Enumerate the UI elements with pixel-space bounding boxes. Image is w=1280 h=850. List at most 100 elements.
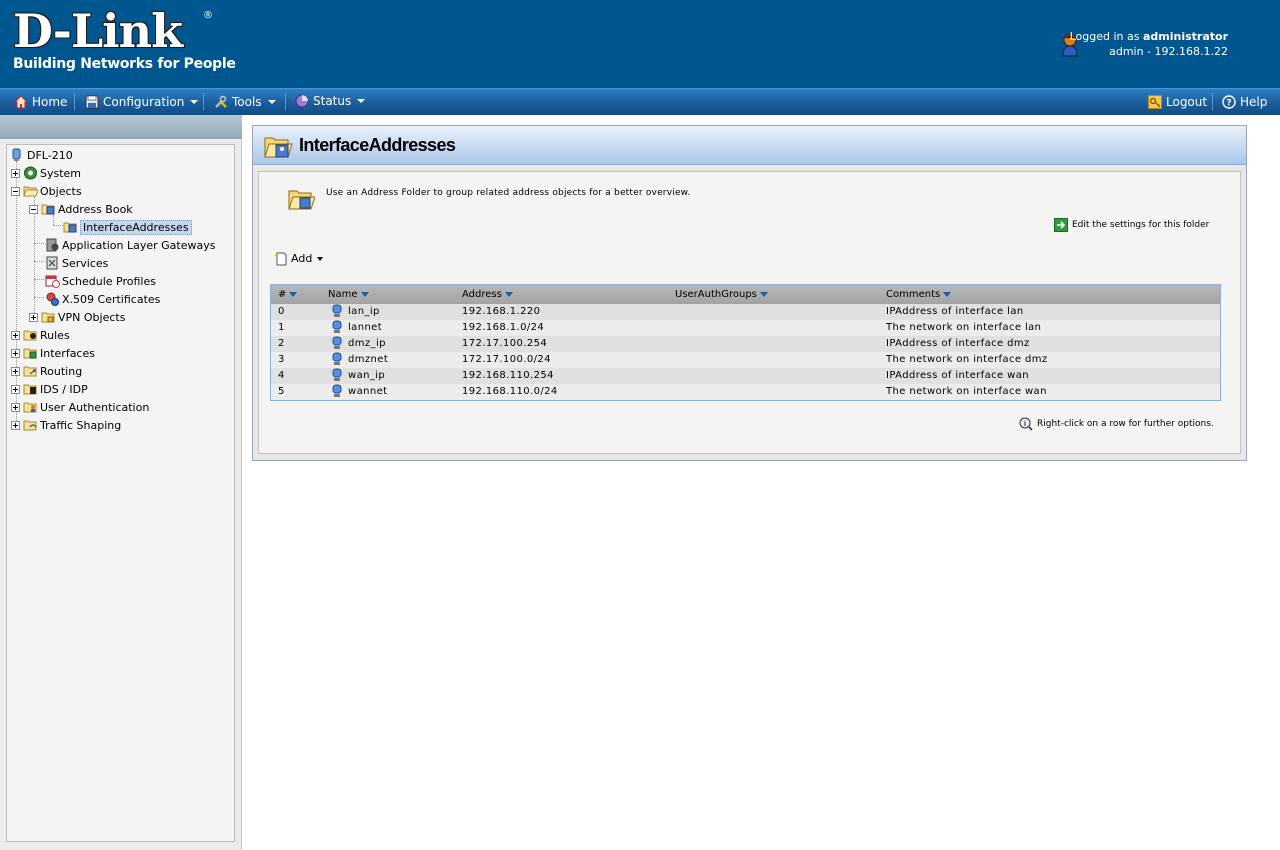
expand-icon[interactable] bbox=[11, 384, 20, 394]
column-header-number[interactable]: # bbox=[278, 289, 298, 300]
folder-open-icon bbox=[23, 186, 38, 197]
login-prefix: Logged in as bbox=[1069, 30, 1140, 43]
address-folder-icon bbox=[63, 222, 77, 233]
column-header-comments[interactable]: Comments bbox=[886, 289, 952, 300]
menu-home[interactable]: Home bbox=[14, 95, 67, 109]
ids-folder-icon bbox=[23, 384, 37, 395]
menu-configuration[interactable]: Configuration bbox=[85, 95, 199, 109]
menu-tools-label: Tools bbox=[232, 95, 262, 109]
tree-item-traffic-shaping[interactable]: Traffic Shaping bbox=[11, 417, 121, 433]
cell-comments: IPAddress of interface lan bbox=[886, 306, 1024, 317]
column-header-name[interactable]: Name bbox=[328, 289, 369, 300]
tree-item-services[interactable]: Services bbox=[45, 255, 108, 271]
menu-tools[interactable]: Tools bbox=[214, 95, 276, 109]
menu-status[interactable]: Status bbox=[295, 94, 366, 108]
new-document-icon bbox=[275, 252, 287, 266]
expand-icon[interactable] bbox=[11, 330, 20, 340]
cell-name: wannet bbox=[348, 386, 388, 397]
cell-number: 4 bbox=[278, 370, 285, 381]
device-icon bbox=[12, 148, 21, 161]
tree-item-objects[interactable]: Objects bbox=[11, 183, 82, 199]
left-panel-header bbox=[0, 115, 242, 139]
table-row[interactable]: 0 lan_ip 192.168.1.220 IPAddress of inte… bbox=[271, 304, 1220, 320]
column-label: UserAuthGroups bbox=[675, 289, 757, 300]
tree-label: Application Layer Gateways bbox=[62, 238, 216, 252]
table-row[interactable]: 4 wan_ip 192.168.110.254 IPAddress of in… bbox=[271, 368, 1220, 384]
rules-folder-icon bbox=[23, 330, 37, 341]
expand-icon[interactable] bbox=[11, 366, 20, 376]
gear-icon bbox=[24, 166, 37, 180]
chevron-down-icon bbox=[317, 256, 324, 261]
expand-icon[interactable] bbox=[11, 402, 20, 412]
cell-comments: IPAddress of interface dmz bbox=[886, 338, 1030, 349]
login-user: administrator bbox=[1142, 30, 1228, 43]
menu-divider bbox=[203, 93, 204, 110]
tree-label-selected: InterfaceAddresses bbox=[80, 219, 192, 235]
tree-item-routing[interactable]: Routing bbox=[11, 363, 82, 379]
cell-name: dmz_ip bbox=[348, 338, 386, 349]
tree-label: Routing bbox=[40, 364, 83, 378]
folder-description: Use an Address Folder to group related a… bbox=[326, 188, 691, 198]
expand-icon[interactable] bbox=[29, 312, 38, 322]
menu-divider bbox=[285, 93, 286, 110]
tree-item-alg[interactable]: Application Layer Gateways bbox=[45, 237, 215, 253]
logout-button[interactable]: Logout bbox=[1148, 95, 1207, 109]
help-button[interactable]: ? Help bbox=[1222, 95, 1267, 109]
collapse-icon[interactable] bbox=[29, 204, 38, 214]
status-pie-icon bbox=[295, 94, 309, 108]
login-detail: admin - 192.168.1.22 bbox=[1109, 45, 1228, 58]
content-body: Use an Address Folder to group related a… bbox=[258, 171, 1241, 454]
ip-address-icon bbox=[332, 336, 342, 349]
tree-label: Address Book bbox=[58, 202, 133, 216]
add-button[interactable]: Add bbox=[274, 251, 324, 266]
calendar-clock-icon bbox=[45, 275, 60, 288]
edit-folder-link[interactable]: Edit the settings for this folder bbox=[1054, 218, 1209, 232]
tree-label: Traffic Shaping bbox=[40, 418, 122, 432]
table-row[interactable]: 5 wannet 192.168.110.0/24 The network on… bbox=[271, 384, 1220, 400]
alg-icon bbox=[46, 238, 59, 252]
save-disk-icon bbox=[85, 95, 99, 109]
chevron-down-icon bbox=[357, 99, 366, 103]
collapse-icon[interactable] bbox=[11, 186, 20, 196]
tree-item-dfl-210[interactable]: DFL-210 bbox=[10, 147, 73, 163]
cell-address: 172.17.100.254 bbox=[462, 338, 548, 349]
ip-address-icon bbox=[332, 368, 342, 381]
arrow-right-icon bbox=[1054, 218, 1068, 232]
tree-item-address-book[interactable]: Address Book bbox=[29, 201, 133, 217]
cell-comments: IPAddress of interface wan bbox=[886, 370, 1029, 381]
chevron-down-icon bbox=[267, 100, 276, 104]
expand-icon[interactable] bbox=[11, 420, 20, 430]
menu-divider bbox=[1212, 93, 1213, 110]
expand-icon[interactable] bbox=[11, 348, 20, 358]
page-title: InterfaceAddresses bbox=[299, 135, 456, 155]
navigation-tree: DFL-210 System Objects Address Book Inte… bbox=[6, 144, 235, 842]
tree-item-interfaces[interactable]: Interfaces bbox=[11, 345, 95, 361]
content-panel: InterfaceAddresses Use an Address Folder… bbox=[252, 125, 1247, 461]
tree-item-x509[interactable]: X.509 Certificates bbox=[45, 291, 160, 307]
cell-number: 2 bbox=[278, 338, 285, 349]
tree-item-vpn-objects[interactable]: VPN Objects bbox=[29, 309, 125, 325]
column-header-userauthgroups[interactable]: UserAuthGroups bbox=[675, 289, 768, 300]
tree-item-system[interactable]: System bbox=[11, 165, 81, 181]
cell-name: lan_ip bbox=[348, 306, 380, 317]
menu-configuration-label: Configuration bbox=[103, 95, 185, 109]
tree-label: DFL-210 bbox=[27, 148, 73, 162]
table-row[interactable]: 3 dmznet 172.17.100.0/24 The network on … bbox=[271, 352, 1220, 368]
navigation-panel: DFL-210 System Objects Address Book Inte… bbox=[0, 139, 242, 850]
tree-item-user-authentication[interactable]: User Authentication bbox=[11, 399, 149, 415]
address-folder-icon bbox=[41, 204, 55, 215]
table-header: # Name Address UserAuthGroups Comments bbox=[271, 285, 1220, 304]
column-header-address[interactable]: Address bbox=[462, 289, 513, 300]
table-row[interactable]: 1 lannet 192.168.1.0/24 The network on i… bbox=[271, 320, 1220, 336]
tree-label: Interfaces bbox=[40, 346, 95, 360]
home-icon bbox=[14, 95, 28, 109]
table-row[interactable]: 2 dmz_ip 172.17.100.254 IPAddress of int… bbox=[271, 336, 1220, 352]
info-magnifier-icon: i bbox=[1019, 417, 1033, 431]
menu-bar: Home Configuration Tools Status Logout ?… bbox=[0, 88, 1280, 115]
tree-item-rules[interactable]: Rules bbox=[11, 327, 70, 343]
tree-item-ids-idp[interactable]: IDS / IDP bbox=[11, 381, 88, 397]
tree-item-schedule-profiles[interactable]: Schedule Profiles bbox=[45, 273, 156, 289]
expand-icon[interactable] bbox=[11, 168, 20, 178]
menu-home-label: Home bbox=[32, 95, 68, 109]
tree-item-interfaceaddresses[interactable]: InterfaceAddresses bbox=[63, 219, 192, 235]
